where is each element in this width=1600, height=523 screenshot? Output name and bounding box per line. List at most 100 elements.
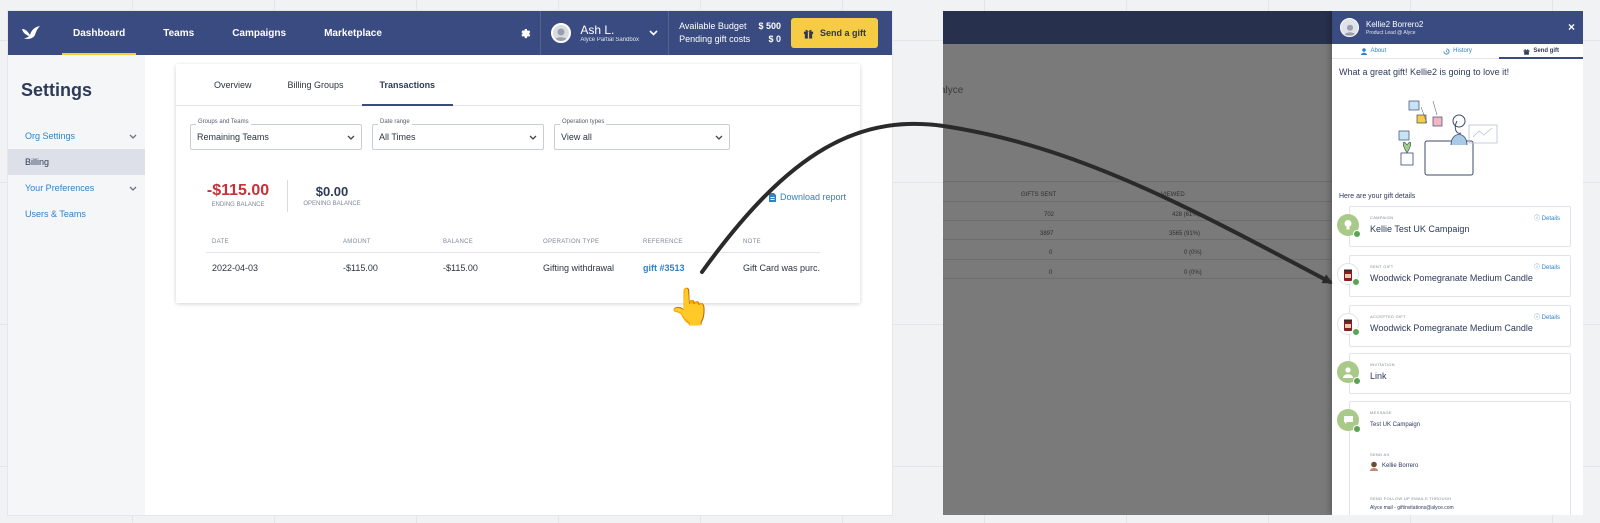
divider	[287, 180, 288, 212]
lightbulb-icon	[1337, 214, 1361, 238]
table-row: 2022-04-03 -$115.00 -$115.00 Gifting wit…	[206, 253, 820, 283]
select-value: All Times	[379, 132, 416, 142]
page-title: Settings	[21, 80, 93, 100]
tab-billing-groups[interactable]: Billing Groups	[270, 64, 362, 105]
tab-transactions[interactable]: Transactions	[361, 64, 454, 106]
dimmed-cell: 428 (61%)	[1172, 212, 1200, 218]
opening-balance-caption: OPENING BALANCE	[303, 201, 361, 207]
send-as-value: Kellie Borrero	[1382, 463, 1419, 469]
campaign-details-link[interactable]: ⓘ Details	[1534, 213, 1560, 222]
dimmed-brand-text: alyce	[943, 85, 964, 96]
avatar	[551, 23, 572, 43]
filters-row: Groups and Teams Remaining Teams Date ra…	[176, 106, 860, 150]
details-label: Details	[1541, 216, 1560, 222]
sidebar-item-org-settings[interactable]: Org Settings	[8, 123, 145, 149]
check-icon	[1353, 377, 1361, 385]
groups-teams-select[interactable]: Groups and Teams Remaining Teams	[190, 119, 362, 150]
nav-dashboard[interactable]: Dashboard	[54, 11, 144, 55]
card-value: Woodwick Pomegranate Medium Candle	[1370, 273, 1533, 283]
select-label: Date range	[378, 119, 412, 125]
col-note: NOTE	[743, 239, 761, 245]
opening-balance-value: $0.00	[315, 184, 349, 199]
drawer-tabs: About History Send gift	[1332, 44, 1583, 59]
dimmed-cell: 0 (0%)	[1184, 250, 1202, 256]
card-caption: CAMPAIGN	[1370, 215, 1394, 220]
chevron-down-icon	[529, 135, 537, 140]
chevron-down-icon	[347, 135, 355, 140]
person-icon	[1361, 47, 1368, 55]
card-value: Woodwick Pomegranate Medium Candle	[1370, 323, 1533, 333]
operation-types-select[interactable]: Operation types View all	[554, 119, 730, 150]
nav-marketplace[interactable]: Marketplace	[305, 11, 401, 55]
dimmed-cell: 702	[1044, 212, 1055, 218]
col-date: DATE	[212, 239, 229, 245]
recipient-drawer: Kellie2 Borrero2 Product Lead @ Alyce × …	[1332, 11, 1583, 515]
alyce-logo-icon[interactable]	[8, 25, 54, 41]
divider	[943, 278, 1333, 279]
select-value: Remaining Teams	[197, 132, 269, 142]
card-caption: INVITATION	[1370, 362, 1395, 367]
recipient-name: Kellie2 Borrero2	[1366, 19, 1424, 29]
gear-icon[interactable]	[510, 27, 540, 39]
dimmed-cell: 0	[1049, 270, 1053, 276]
divider	[943, 239, 1333, 240]
dimmed-cell: 3897	[1040, 231, 1054, 237]
ending-balance-caption: ENDING BALANCE	[211, 202, 265, 208]
send-as-row: Kellie Borrero	[1370, 461, 1418, 471]
gift-icon	[1523, 48, 1530, 55]
cell-note: Gift Card was purc...	[743, 263, 820, 273]
date-range-select[interactable]: Date range All Times	[372, 119, 544, 150]
accepted-gift-details-link[interactable]: ⓘ Details	[1534, 312, 1560, 321]
top-nav-bar: Dashboard Teams Campaigns Marketplace As…	[8, 11, 892, 55]
send-as-caption: SEND AS	[1370, 452, 1390, 457]
sidebar-item-label: Users & Teams	[25, 209, 86, 219]
divider	[943, 220, 1333, 221]
send-gift-label: Send a gift	[819, 28, 866, 38]
dimmed-col-header: VIEWED	[1161, 192, 1185, 198]
divider	[943, 201, 1333, 202]
divider	[943, 259, 1333, 260]
close-icon[interactable]: ×	[1568, 20, 1575, 34]
chevron-down-icon	[649, 30, 658, 36]
nav-campaigns[interactable]: Campaigns	[213, 11, 305, 55]
tab-about[interactable]: About	[1332, 44, 1416, 58]
card-value: Link	[1370, 371, 1387, 381]
col-balance: BALANCE	[443, 239, 474, 245]
message-card: MESSAGE Test UK Campaign SEND AS Kellie …	[1337, 401, 1571, 515]
sent-gift-details-link[interactable]: ⓘ Details	[1534, 262, 1560, 271]
tab-history[interactable]: History	[1416, 44, 1500, 58]
card-value: Kellie Test UK Campaign	[1370, 224, 1470, 234]
col-amount: AMOUNT	[343, 239, 371, 245]
balance-summary: -$115.00 ENDING BALANCE $0.00 OPENING BA…	[176, 180, 860, 222]
tab-overview[interactable]: Overview	[196, 64, 270, 105]
send-gift-button[interactable]: Send a gift	[790, 18, 878, 48]
billing-screen: Dashboard Teams Campaigns Marketplace As…	[8, 11, 892, 515]
user-org: Alyce Partial Sandbox	[580, 36, 640, 43]
tab-label: Overview	[214, 79, 252, 90]
sidebar-item-your-preferences[interactable]: Your Preferences	[8, 175, 145, 201]
sidebar-item-users-teams[interactable]: Users & Teams	[8, 201, 145, 227]
user-menu[interactable]: Ash L. Alyce Partial Sandbox	[541, 11, 668, 55]
check-icon	[1353, 425, 1361, 433]
gift-reference-link[interactable]: gift #3513	[643, 263, 685, 273]
chevron-down-icon	[129, 186, 137, 191]
chevron-down-icon	[715, 135, 723, 140]
nav-label: Campaigns	[232, 27, 287, 39]
sidebar-item-billing[interactable]: Billing	[8, 149, 145, 175]
billing-tabs: Overview Billing Groups Transactions	[176, 64, 860, 106]
settings-sidebar: Settings Org Settings Billing Your Prefe…	[8, 55, 145, 515]
billing-panel: Overview Billing Groups Transactions Gro…	[176, 64, 860, 303]
tab-send-gift[interactable]: Send gift	[1499, 44, 1583, 59]
cell-balance: -$115.00	[443, 263, 478, 273]
nav-teams[interactable]: Teams	[144, 11, 213, 55]
download-report-link[interactable]: Download report	[768, 192, 846, 202]
dimmed-cell: 0	[1049, 250, 1053, 256]
gift-details-title: Here are your gift details	[1339, 193, 1416, 200]
invitation-card: INVITATION Link	[1337, 353, 1571, 394]
pending-costs-label: Pending gift costs	[679, 34, 751, 44]
select-label: Operation types	[560, 119, 607, 125]
tab-label: Send gift	[1533, 48, 1560, 54]
check-icon	[1353, 230, 1361, 238]
divider	[943, 181, 1333, 182]
campaign-card: CAMPAIGN Kellie Test UK Campaign ⓘ Detai…	[1337, 206, 1571, 247]
